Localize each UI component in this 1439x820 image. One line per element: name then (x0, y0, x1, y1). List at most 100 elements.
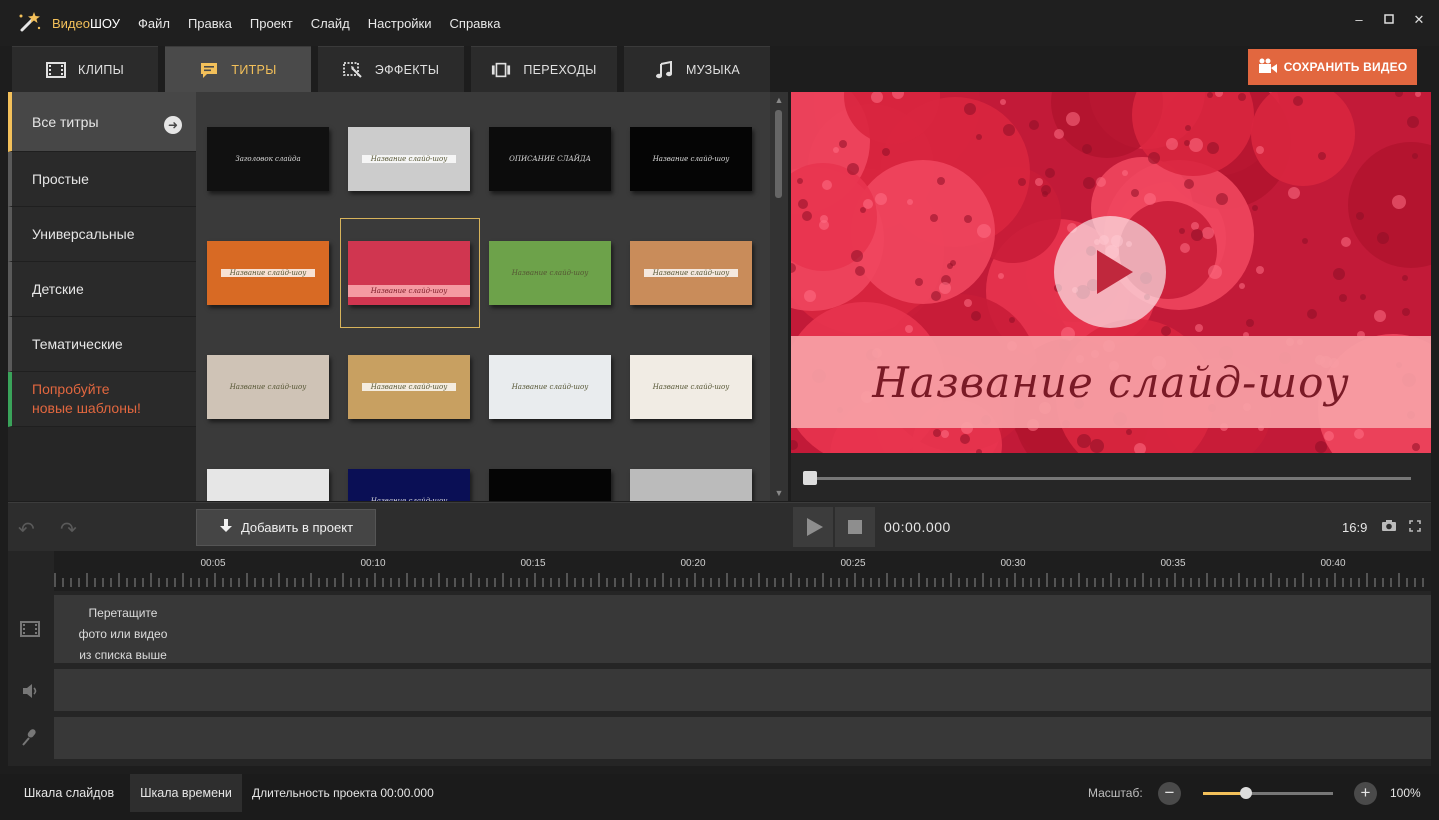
stop-button[interactable] (835, 507, 875, 547)
scrollbar-thumb[interactable] (775, 110, 782, 198)
ruler-label: 00:10 (360, 558, 386, 569)
maximize-icon[interactable] (1383, 14, 1395, 26)
undo-icon[interactable]: ↶ (18, 517, 35, 542)
title-template-thumb[interactable]: Название слайд-шоу (630, 241, 752, 305)
play-button[interactable] (793, 507, 833, 547)
grid-scrollbar[interactable]: ▲ ▼ (770, 92, 788, 501)
tab-effects[interactable]: ЭФФЕКТЫ (318, 46, 464, 92)
title-template-thumb[interactable] (630, 469, 752, 501)
category-universal[interactable]: Универсальные (8, 207, 196, 262)
play-overlay-button[interactable] (1054, 216, 1166, 328)
drop-hint: Перетащите фото или видео из списка выше (54, 603, 192, 666)
edit-toolbar: ↶ ↷ Добавить в проект 00:00.000 16:9 (8, 502, 1431, 551)
timeline-ruler[interactable]: 00:05 00:10 00:15 00:20 00:25 00:30 00:3… (54, 551, 1431, 591)
seek-handle[interactable] (803, 471, 817, 485)
title-template-thumb[interactable]: Название слайд-шоу (207, 355, 329, 419)
camera-icon (1258, 58, 1278, 77)
menu-file[interactable]: Файл (138, 16, 170, 31)
snapshot-camera-icon[interactable] (1381, 520, 1397, 532)
tab-label: ПЕРЕХОДЫ (523, 62, 597, 77)
title-template-thumb[interactable]: Название слайд-шоу (348, 241, 470, 305)
drop-hint-line: фото или видео (78, 627, 168, 641)
title-template-thumb[interactable]: Название слайд-шоу (630, 355, 752, 419)
tab-music[interactable]: МУЗЫКА (624, 46, 770, 92)
title-template-thumb[interactable]: ОПИСАНИЕ СЛАЙДА (489, 127, 611, 191)
voice-track[interactable] (54, 717, 1431, 759)
ruler-label: 00:20 (680, 558, 706, 569)
title-template-thumb[interactable]: Заголовок слайда (207, 127, 329, 191)
title-template-thumb[interactable]: Название слайд-шоу (348, 469, 470, 501)
tab-time-scale[interactable]: Шкала времени (130, 774, 242, 812)
thumb-caption: Название слайд-шоу (362, 155, 456, 163)
preview-title-band: Название слайд-шоу (791, 336, 1431, 428)
zoom-value: 100% (1390, 786, 1421, 800)
save-video-label: СОХРАНИТЬ ВИДЕО (1283, 60, 1408, 74)
scroll-down-icon[interactable]: ▼ (774, 488, 784, 498)
seek-track[interactable] (809, 477, 1411, 480)
add-to-project-button[interactable]: Добавить в проект (196, 509, 376, 546)
thumb-caption: Название слайд-шоу (370, 497, 448, 501)
tab-label: МУЗЫКА (685, 62, 741, 77)
video-track-film-icon (20, 619, 40, 639)
download-arrow-icon (219, 518, 233, 537)
ruler-label: 00:05 (200, 558, 226, 569)
menu-slide[interactable]: Слайд (311, 16, 350, 31)
tab-label: КЛИПЫ (77, 62, 125, 77)
tab-label: ТИТРЫ (231, 62, 277, 77)
tab-transitions[interactable]: ПЕРЕХОДЫ (471, 46, 617, 92)
zoom-in-button[interactable]: + (1354, 782, 1377, 805)
minimize-icon[interactable]: – (1353, 13, 1365, 26)
fullscreen-icon[interactable] (1409, 520, 1421, 532)
drop-hint-line: из списка выше (79, 648, 167, 662)
category-kids[interactable]: Детские (8, 262, 196, 317)
tab-clips[interactable]: КЛИПЫ (12, 46, 158, 92)
menu-edit[interactable]: Правка (188, 16, 232, 31)
menu-project[interactable]: Проект (250, 16, 293, 31)
title-template-thumb[interactable]: Название слайд-шоу (489, 241, 611, 305)
save-video-button[interactable]: СОХРАНИТЬ ВИДЕО (1248, 49, 1417, 85)
title-template-thumb[interactable]: Название слайд-шоу (630, 127, 752, 191)
scroll-up-icon[interactable]: ▲ (774, 95, 784, 105)
promo-line: новые шаблоны! (32, 400, 141, 416)
close-icon[interactable]: ✕ (1413, 13, 1425, 26)
category-simple[interactable]: Простые (8, 152, 196, 207)
zoom-slider[interactable] (1203, 787, 1333, 799)
audio-track[interactable] (54, 669, 1431, 711)
ruler-label: 00:15 (520, 558, 546, 569)
thumb-caption: Название слайд-шоу (362, 383, 456, 391)
thumb-caption: ОПИСАНИЕ СЛАЙДА (509, 155, 591, 163)
menu-help[interactable]: Справка (450, 16, 501, 31)
video-preview[interactable]: Название слайд-шоу (791, 92, 1431, 453)
ruler-label: 00:30 (1000, 558, 1026, 569)
tab-label: Шкала слайдов (23, 786, 115, 800)
ruler-label: 00:35 (1160, 558, 1186, 569)
redo-icon[interactable]: ↷ (60, 517, 77, 542)
title-template-thumb[interactable]: Название слайд-шоу (348, 127, 470, 191)
category-thematic[interactable]: Тематические (8, 317, 196, 372)
category-label: Простые (32, 171, 89, 187)
zoom-out-button[interactable]: − (1158, 782, 1181, 805)
thumb-caption: Название слайд-шоу (644, 269, 738, 277)
thumb-caption: Название слайд-шоу (511, 269, 589, 277)
tab-slide-scale[interactable]: Шкала слайдов (8, 774, 130, 812)
title-template-thumb[interactable]: Название слайд-шоу (489, 355, 611, 419)
aspect-ratio[interactable]: 16:9 (1342, 520, 1367, 535)
title-template-thumb[interactable]: Название слайд-шоу (207, 241, 329, 305)
title-template-thumb[interactable] (207, 469, 329, 501)
category-all-titles[interactable]: Все титры ➜ (8, 92, 196, 152)
film-icon (45, 61, 66, 79)
promo-new-templates[interactable]: Попробуйте новые шаблоны! (8, 372, 196, 427)
speaker-icon (20, 681, 40, 701)
tab-titles[interactable]: ТИТРЫ (165, 46, 311, 92)
video-track[interactable]: Перетащите фото или видео из списка выше (54, 595, 1431, 663)
thumb-caption: Название слайд-шоу (221, 269, 315, 277)
title-template-thumb[interactable] (489, 469, 611, 501)
zoom-handle[interactable] (1239, 787, 1252, 799)
title-template-thumb[interactable]: Название слайд-шоу (348, 355, 470, 419)
thumb-caption: Название слайд-шоу (511, 383, 589, 391)
transitions-icon (491, 61, 511, 79)
ruler-label: 00:25 (840, 558, 866, 569)
speech-bubble-icon (199, 61, 219, 79)
effects-icon (342, 61, 363, 79)
menu-settings[interactable]: Настройки (368, 16, 432, 31)
